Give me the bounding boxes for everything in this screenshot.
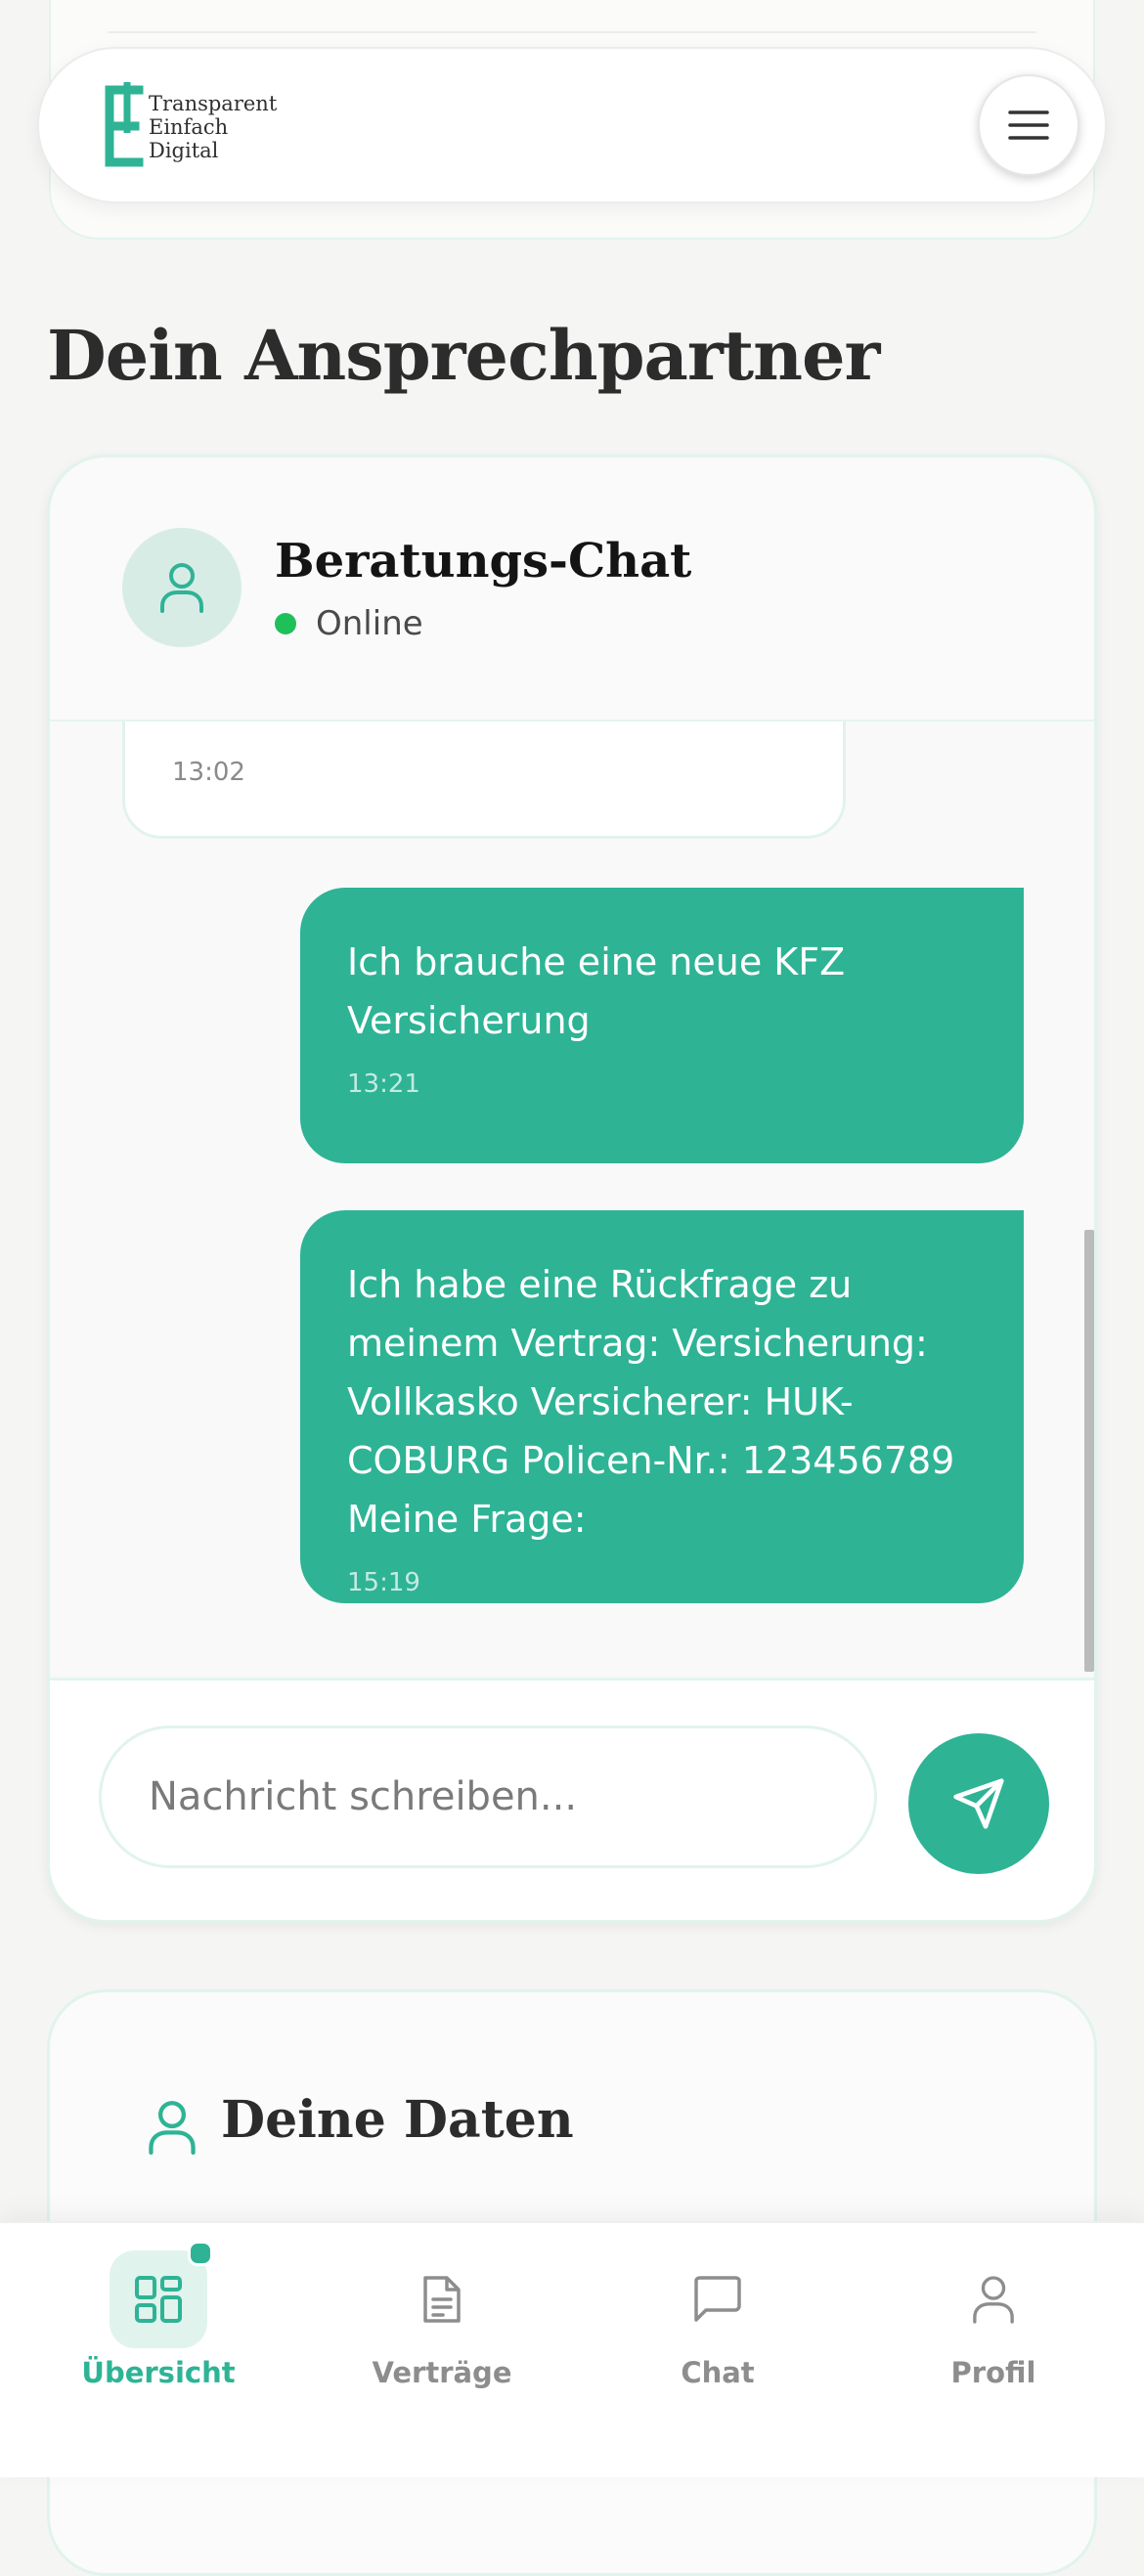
logo-tagline: Transparent Einfach Digital	[149, 92, 277, 162]
message-time: 13:21	[347, 1070, 420, 1099]
nav-icon-container	[669, 2250, 767, 2348]
bottom-navigation: Übersicht Verträge Chat Profil	[0, 2221, 1144, 2477]
outgoing-message: Ich habe eine Rückfrage zu meinem Vertra…	[300, 1210, 1024, 1603]
logo-line: Digital	[149, 139, 219, 162]
nav-label: Verträge	[372, 2356, 512, 2389]
message-text: Ich habe eine Rückfrage zu meinem Vertra…	[347, 1263, 955, 1541]
nav-icon-container	[393, 2250, 491, 2348]
menu-button[interactable]	[978, 74, 1079, 176]
nav-item-overview[interactable]: Übersicht	[61, 2241, 256, 2389]
nav-label: Chat	[681, 2356, 755, 2389]
nav-icon-container	[110, 2241, 213, 2348]
logo-icon	[105, 82, 144, 167]
nav-icon-container	[945, 2250, 1042, 2348]
app-header: Transparent Einfach Digital	[37, 47, 1107, 203]
nav-label: Profil	[950, 2356, 1036, 2389]
user-icon	[973, 2276, 1014, 2324]
send-button[interactable]	[908, 1733, 1049, 1874]
message-input[interactable]	[99, 1725, 877, 1868]
nav-label: Übersicht	[81, 2356, 236, 2389]
chat-header: Beratungs-Chat Online	[50, 458, 1094, 721]
message-composer	[50, 1678, 1094, 1920]
dashboard-icon	[135, 2276, 182, 2323]
hamburger-menu-icon	[1008, 110, 1049, 140]
avatar	[122, 528, 242, 647]
status-label: Online	[316, 604, 423, 643]
logo-line: Einfach	[149, 115, 229, 139]
send-icon	[953, 1778, 1004, 1829]
nav-item-chat[interactable]: Chat	[620, 2250, 815, 2389]
user-icon	[149, 2101, 196, 2155]
section-title: Deine Daten	[221, 2090, 574, 2150]
online-status: Online	[275, 604, 423, 643]
scrollbar-thumb[interactable]	[1084, 1230, 1094, 1672]
incoming-message: 13:02	[122, 721, 846, 839]
user-icon	[160, 563, 203, 613]
page-title: Dein Ansprechpartner	[47, 315, 880, 396]
message-list[interactable]: 13:02 Ich brauche eine neue KFZ Versiche…	[50, 721, 1094, 1678]
message-time: 15:19	[347, 1568, 420, 1597]
divider	[108, 31, 1036, 33]
logo-line: Transparent	[149, 92, 278, 115]
message-text: Ich brauche eine neue KFZ Versicherung	[347, 940, 846, 1042]
message-time: 13:02	[172, 758, 245, 787]
chat-icon	[694, 2276, 741, 2322]
nav-item-profile[interactable]: Profil	[896, 2250, 1091, 2389]
document-icon	[423, 2276, 461, 2323]
chat-card: Beratungs-Chat Online 13:02 Ich brauche …	[47, 455, 1097, 1923]
outgoing-message: Ich brauche eine neue KFZ Versicherung 1…	[300, 888, 1024, 1163]
notification-badge	[188, 2241, 213, 2266]
status-dot	[275, 613, 296, 634]
nav-item-contracts[interactable]: Verträge	[344, 2250, 540, 2389]
chat-title: Beratungs-Chat	[275, 534, 692, 589]
